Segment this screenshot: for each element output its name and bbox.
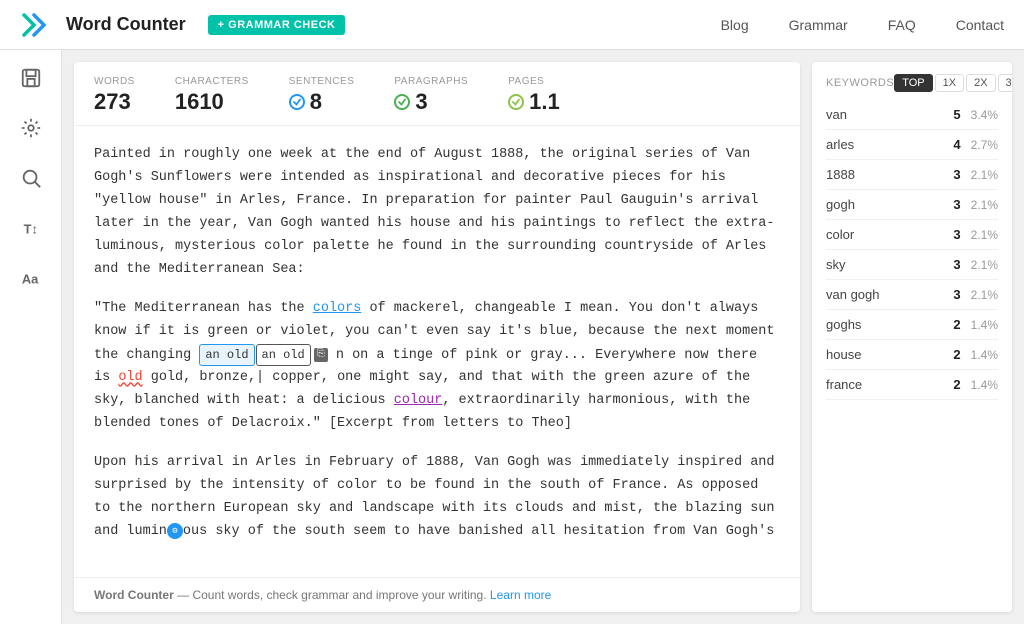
suggestion-group: an old an old ⎘	[199, 344, 327, 366]
paragraph-2: "The Mediterranean has the colors of mac…	[94, 298, 780, 437]
nav-faq[interactable]: FAQ	[888, 17, 916, 33]
nav-grammar[interactable]: Grammar	[789, 17, 848, 33]
keyword-row: 188832.1%	[826, 160, 998, 190]
keyword-row: house21.4%	[826, 340, 998, 370]
floating-action-icon[interactable]: ⚙	[167, 523, 183, 539]
stat-pages: PAGES 1.1	[508, 76, 560, 115]
tab-top[interactable]: TOP	[894, 74, 932, 92]
keyword-row: van53.4%	[826, 100, 998, 130]
paragraphs-icon	[394, 94, 410, 110]
tab-3x[interactable]: 3X	[998, 74, 1012, 92]
keyword-row: van gogh32.1%	[826, 280, 998, 310]
keyword-row: color32.1%	[826, 220, 998, 250]
keyword-row: gogh32.1%	[826, 190, 998, 220]
sidebar-font-icon[interactable]: Aa	[15, 262, 47, 294]
keyword-list: van53.4%arles42.7%188832.1%gogh32.1%colo…	[812, 100, 1012, 400]
sidebar-search-icon[interactable]	[15, 162, 47, 194]
keywords-label: KEYWORDS	[826, 77, 894, 89]
paragraph-3: Upon his arrival in Arles in February of…	[94, 452, 780, 544]
old-misspelled: old	[118, 370, 142, 385]
keywords-panel: KEYWORDS TOP 1X 2X 3X van53.4%arles42.7%…	[812, 62, 1012, 612]
site-title: Word Counter	[66, 14, 186, 35]
keyword-row: sky32.1%	[826, 250, 998, 280]
sidebar: T↕ Aa	[0, 50, 62, 624]
sentences-icon	[289, 94, 305, 110]
stat-words: WORDS 273	[94, 76, 135, 115]
copy-icon[interactable]: ⎘	[314, 348, 328, 362]
colors-underline: colors	[313, 301, 362, 316]
nav-contact[interactable]: Contact	[956, 17, 1004, 33]
suggestion-pill-1[interactable]: an old	[199, 344, 254, 366]
svg-text:T↕: T↕	[23, 222, 37, 237]
colour-underline: colour	[394, 393, 443, 408]
footer: Word Counter — Count words, check gramma…	[74, 577, 800, 612]
keyword-row: arles42.7%	[826, 130, 998, 160]
header: Word Counter + GRAMMAR CHECK Blog Gramma…	[0, 0, 1024, 50]
grammar-check-button[interactable]: + GRAMMAR CHECK	[208, 15, 346, 35]
text-cursor: |	[256, 370, 264, 385]
svg-text:Aa: Aa	[21, 272, 38, 287]
editor[interactable]: Painted in roughly one week at the end o…	[74, 126, 800, 577]
keyword-row: goghs21.4%	[826, 310, 998, 340]
tab-1x[interactable]: 1X	[935, 74, 964, 92]
logo-area: Word Counter + GRAMMAR CHECK	[20, 11, 345, 39]
sidebar-settings-icon[interactable]	[15, 112, 47, 144]
stats-bar: WORDS 273 CHARACTERS 1610 SENTENCES 8 PA…	[74, 62, 800, 126]
keyword-tabs: TOP 1X 2X 3X	[894, 74, 1012, 92]
logo-icon	[20, 11, 56, 39]
pages-icon	[508, 94, 524, 110]
paragraph-1: Painted in roughly one week at the end o…	[94, 144, 780, 282]
learn-more-link[interactable]: Learn more	[490, 588, 551, 602]
stat-paragraphs: PARAGRAPHS 3	[394, 76, 468, 115]
tab-2x[interactable]: 2X	[966, 74, 995, 92]
nav-blog[interactable]: Blog	[721, 17, 749, 33]
keyword-row: france21.4%	[826, 370, 998, 400]
main-nav: Blog Grammar FAQ Contact	[721, 17, 1004, 33]
sidebar-save-icon[interactable]	[15, 62, 47, 94]
stat-characters: CHARACTERS 1610	[175, 76, 249, 115]
suggestion-pill-2[interactable]: an old	[256, 344, 311, 366]
stat-sentences: SENTENCES 8	[289, 76, 355, 115]
content-area: WORDS 273 CHARACTERS 1610 SENTENCES 8 PA…	[74, 62, 800, 612]
sidebar-text-icon[interactable]: T↕	[15, 212, 47, 244]
main-container: T↕ Aa WORDS 273 CHARACTERS 1610 SENTENCE…	[0, 50, 1024, 624]
keywords-header: KEYWORDS TOP 1X 2X 3X	[812, 62, 1012, 100]
